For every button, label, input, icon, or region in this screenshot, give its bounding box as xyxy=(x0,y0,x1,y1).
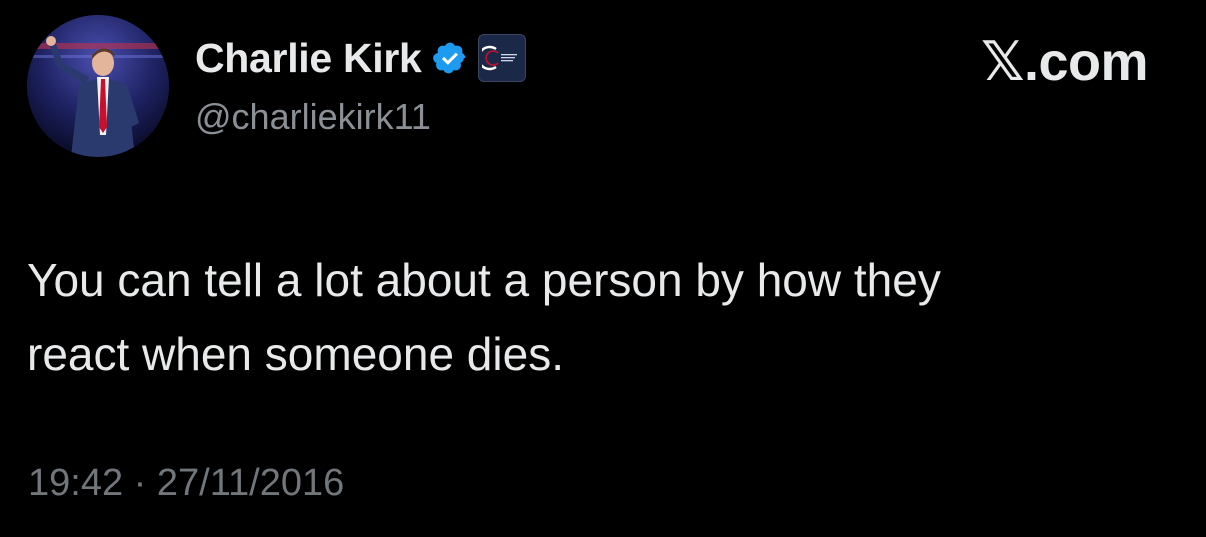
avatar-photo-icon xyxy=(27,15,169,157)
turning-point-usa-badge-icon[interactable] xyxy=(477,34,526,82)
author-name-row: Charlie Kirk xyxy=(195,30,526,86)
display-name[interactable]: Charlie Kirk xyxy=(195,35,422,82)
verified-badge-icon[interactable] xyxy=(432,40,468,76)
tweet-card: Charlie Kirk @charliekirk11 𝕏.com You ca… xyxy=(0,0,1206,537)
tweet-timestamp[interactable]: 19:42 · 27/11/2016 xyxy=(28,462,344,505)
avatar[interactable] xyxy=(27,15,169,157)
x-logo-icon[interactable]: 𝕏.com xyxy=(981,30,1149,93)
author-handle[interactable]: @charliekirk11 xyxy=(195,96,431,138)
tweet-text: You can tell a lot about a person by how… xyxy=(27,254,941,380)
